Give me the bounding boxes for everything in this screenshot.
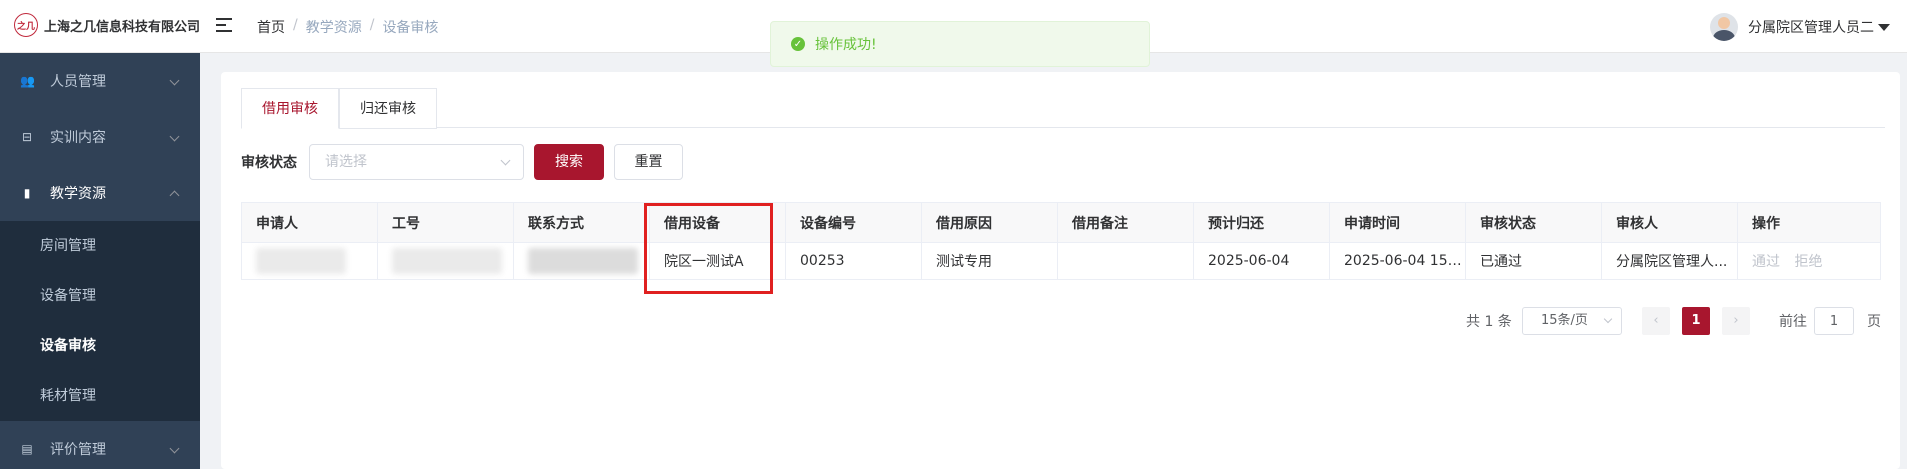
- breadcrumb: 首页 / 教学资源 / 设备审核: [257, 17, 438, 37]
- col-contact: 联系方式: [513, 202, 650, 243]
- sidebar-item-resources[interactable]: ▮ 教学资源: [0, 165, 200, 221]
- check-circle-icon: ✓: [791, 37, 805, 51]
- breadcrumb-current: 设备审核: [382, 20, 439, 36]
- sidebar-item-devices[interactable]: 设备管理: [0, 271, 200, 321]
- pagination-total: 共 1 条: [1466, 314, 1512, 330]
- reject-link[interactable]: 拒绝: [1794, 254, 1822, 270]
- tab-return-review[interactable]: 归还审核: [339, 88, 437, 129]
- col-device: 借用设备: [649, 202, 786, 243]
- filter-label: 审核状态: [241, 155, 297, 171]
- col-return-date: 预计归还: [1193, 202, 1330, 243]
- redacted-text: [256, 248, 346, 274]
- sidebar-item-staff[interactable]: 👥 人员管理: [0, 53, 200, 109]
- page-size-value: 15条/页: [1541, 313, 1588, 328]
- logo-icon: 之几: [14, 13, 38, 37]
- select-placeholder: 请选择: [325, 154, 367, 170]
- sidebar-item-label: 教学资源: [50, 186, 106, 202]
- goto-label: 前往: [1779, 314, 1807, 330]
- cell-remark: [1057, 242, 1194, 280]
- cell-applicant: [241, 242, 378, 280]
- sidebar-item-consumables[interactable]: 耗材管理: [0, 371, 200, 421]
- user-menu[interactable]: 分属院区管理人员二: [1710, 13, 1890, 41]
- toast-message: 操作成功!: [815, 37, 877, 53]
- goto-page-input[interactable]: [1814, 307, 1854, 335]
- sidebar-item-evaluation[interactable]: ▤ 评价管理: [0, 421, 200, 469]
- redacted-text: [528, 248, 638, 274]
- sidebar-item-training[interactable]: ⊟ 实训内容: [0, 109, 200, 165]
- chevron-down-icon: [169, 131, 180, 142]
- prev-page-icon[interactable]: ‹: [1642, 307, 1670, 335]
- pagination: 共 1 条 15条/页 ‹ 1 › 前往 页: [221, 307, 1900, 335]
- company-name: 上海之几信息科技有限公司: [44, 19, 201, 35]
- sidebar-item-label: 人员管理: [50, 74, 106, 90]
- cell-device-no: 00253: [785, 242, 922, 280]
- avatar[interactable]: [1710, 13, 1738, 41]
- chevron-down-icon: [1603, 314, 1613, 324]
- user-name[interactable]: 分属院区管理人员二: [1748, 17, 1874, 37]
- col-remark: 借用备注: [1057, 202, 1194, 243]
- redacted-text: [392, 248, 502, 274]
- cell-return-date: 2025-06-04: [1193, 242, 1330, 280]
- col-reviewer: 审核人: [1601, 202, 1738, 243]
- tab-borrow-review[interactable]: 借用审核: [241, 88, 339, 129]
- col-apply-time: 申请时间: [1329, 202, 1466, 243]
- col-device-no: 设备编号: [785, 202, 922, 243]
- cell-reviewer: 分属院区管理人...: [1601, 242, 1738, 280]
- caret-down-icon[interactable]: [1878, 23, 1890, 31]
- sidebar-item-label: 实训内容: [50, 130, 106, 146]
- breadcrumb-separator: /: [293, 17, 298, 33]
- cell-device: 院区一测试A: [649, 242, 786, 280]
- cell-apply-time: 2025-06-04 15:...: [1329, 242, 1466, 280]
- logo: 之几 上海之几信息科技有限公司: [14, 13, 200, 37]
- status-select[interactable]: 请选择: [309, 144, 524, 180]
- table-row: 院区一测试A 00253 测试专用 2025-06-04 2025-06-04 …: [241, 242, 1881, 280]
- review-tabs: 借用审核 归还审核: [241, 88, 1885, 129]
- resource-icon: ▮: [23, 186, 31, 200]
- col-reason: 借用原因: [921, 202, 1058, 243]
- cell-actions: 通过 拒绝: [1737, 242, 1881, 280]
- breadcrumb-resources: 教学资源: [305, 20, 362, 36]
- cell-reason: 测试专用: [921, 242, 1058, 280]
- cell-staff-id: [377, 242, 514, 280]
- breadcrumb-home[interactable]: 首页: [257, 17, 285, 37]
- sidebar-item-label: 评价管理: [50, 442, 106, 458]
- evaluation-icon: ▤: [21, 442, 33, 456]
- cell-status: 已通过: [1465, 242, 1602, 280]
- col-actions: 操作: [1737, 202, 1881, 243]
- main-card: 借用审核 归还审核 审核状态 请选择 搜索 重置 申请人 工号 联系方式 借用设…: [221, 72, 1900, 469]
- chevron-up-icon: [169, 190, 180, 201]
- breadcrumb-separator: /: [369, 17, 375, 33]
- sidebar: 👥 人员管理 ⊟ 实训内容 ▮ 教学资源 房间管理 设备管理 设备审核 耗材管理…: [0, 53, 200, 469]
- sidebar-toggle-icon[interactable]: [216, 16, 234, 34]
- resources-submenu: 房间管理 设备管理 设备审核 耗材管理: [0, 221, 200, 421]
- approve-link[interactable]: 通过: [1752, 254, 1780, 270]
- search-button[interactable]: 搜索: [534, 144, 604, 180]
- sidebar-item-device-review[interactable]: 设备审核: [0, 321, 200, 371]
- col-applicant: 申请人: [241, 202, 378, 243]
- chevron-down-icon: [169, 443, 180, 454]
- col-staff-id: 工号: [377, 202, 514, 243]
- training-icon: ⊟: [21, 130, 33, 144]
- table-header-row: 申请人 工号 联系方式 借用设备 设备编号 借用原因 借用备注 预计归还 申请时…: [241, 202, 1881, 243]
- users-icon: 👥: [20, 74, 35, 88]
- cell-contact: [513, 242, 650, 280]
- review-table: 申请人 工号 联系方式 借用设备 设备编号 借用原因 借用备注 预计归还 申请时…: [241, 202, 1881, 280]
- page-unit-label: 页: [1867, 314, 1881, 330]
- col-status: 审核状态: [1465, 202, 1602, 243]
- page-size-select[interactable]: 15条/页: [1522, 307, 1622, 335]
- page-number-current[interactable]: 1: [1682, 307, 1710, 335]
- success-toast: ✓ 操作成功!: [770, 21, 1150, 67]
- filter-bar: 审核状态 请选择 搜索 重置: [241, 144, 683, 180]
- chevron-down-icon: [169, 75, 180, 86]
- reset-button[interactable]: 重置: [614, 144, 683, 180]
- chevron-down-icon: [500, 155, 511, 166]
- sidebar-item-rooms[interactable]: 房间管理: [0, 221, 200, 271]
- next-page-icon[interactable]: ›: [1722, 307, 1750, 335]
